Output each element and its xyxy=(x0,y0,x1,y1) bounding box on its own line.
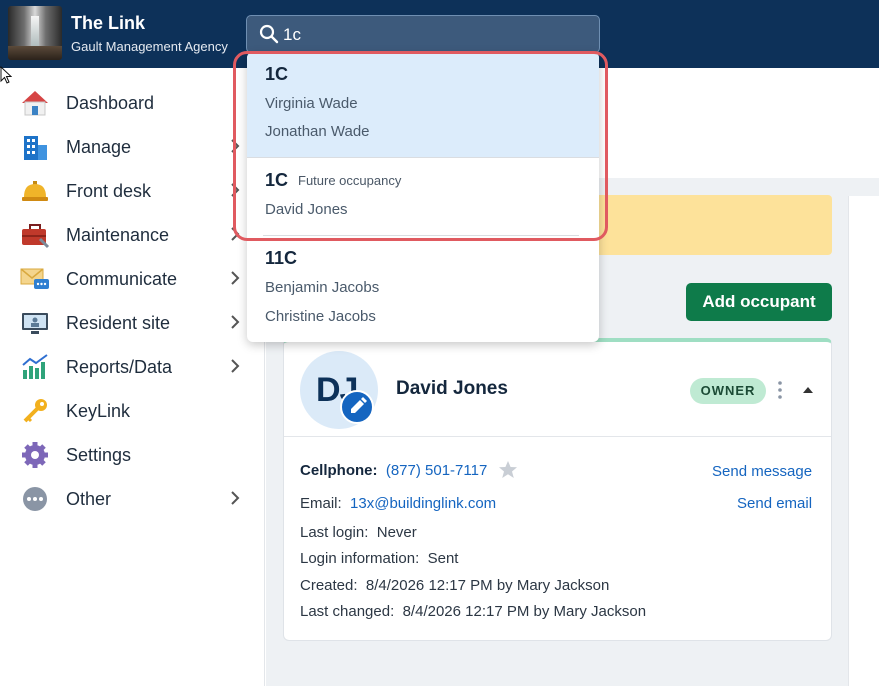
cellphone-label: Cellphone: xyxy=(300,462,378,479)
sidebar-item-communicate[interactable]: Communicate xyxy=(0,257,265,301)
sidebar-item-label: Manage xyxy=(66,137,132,157)
pencil-icon xyxy=(351,397,367,413)
sidebar-item-keylink[interactable]: KeyLink xyxy=(0,389,265,433)
card-divider xyxy=(284,436,831,437)
login-info-row: Login information: Sent xyxy=(300,550,459,567)
app-subtitle: Gault Management Agency xyxy=(71,39,228,54)
occupant-name: David Jones xyxy=(396,378,508,399)
sidebar-item-label: Other xyxy=(66,489,112,509)
search-box[interactable] xyxy=(246,15,600,53)
result-person[interactable]: Benjamin Jacobs xyxy=(265,279,379,296)
highlight-annotation xyxy=(233,51,608,241)
more-vertical-icon[interactable] xyxy=(776,380,784,400)
sidebar-item-label: Communicate xyxy=(66,269,178,289)
sidebar-item-dashboard[interactable]: Dashboard xyxy=(0,81,265,125)
last-login-row: Last login: Never xyxy=(300,524,417,541)
search-icon xyxy=(259,24,279,44)
sidebar-item-label: KeyLink xyxy=(66,401,131,421)
collapse-caret-icon[interactable] xyxy=(802,386,814,394)
sidebar-item-other[interactable]: Other xyxy=(0,477,265,521)
send-message-link[interactable]: Send message xyxy=(712,463,812,480)
email-row: Email: 13x@buildinglink.com xyxy=(300,495,496,512)
monitor-icon xyxy=(22,313,48,334)
right-panel-edge xyxy=(848,196,879,686)
more-dots-icon xyxy=(23,487,47,511)
gear-icon xyxy=(22,442,48,468)
edit-avatar-button[interactable] xyxy=(340,390,374,424)
email-label: Email: xyxy=(300,495,342,512)
sidebar-item-reports-data[interactable]: Reports/Data xyxy=(0,345,265,389)
result-unit[interactable]: 11C xyxy=(265,248,297,269)
occupant-card: DJ David Jones OWNER Cellphone: (877) 50… xyxy=(283,338,832,641)
email-link[interactable]: 13x@buildinglink.com xyxy=(350,495,496,512)
result-person[interactable]: Christine Jacobs xyxy=(265,308,376,325)
sidebar-item-maintenance[interactable]: Maintenance xyxy=(0,213,265,257)
service-bell-icon xyxy=(22,181,48,201)
add-occupant-button[interactable]: Add occupant xyxy=(686,283,832,321)
mouse-cursor-icon xyxy=(0,66,12,84)
created-row: Created: 8/4/2026 12:17 PM by Mary Jacks… xyxy=(300,577,610,594)
sidebar-item-label: Dashboard xyxy=(66,93,155,113)
cellphone-link[interactable]: (877) 501-7117 xyxy=(386,462,487,479)
sidebar: Dashboard Manage Front desk Maintenance xyxy=(0,68,265,686)
app-title: The Link xyxy=(71,13,146,33)
chevron-right-icon xyxy=(231,315,240,329)
app-logo[interactable] xyxy=(8,6,62,60)
house-icon xyxy=(22,91,48,116)
star-icon[interactable] xyxy=(498,460,518,480)
sidebar-item-label: Front desk xyxy=(66,181,152,201)
sidebar-item-label: Maintenance xyxy=(66,225,170,245)
sidebar-item-settings[interactable]: Settings xyxy=(0,433,265,477)
cellphone-row: Cellphone: (877) 501-7117 xyxy=(300,462,487,479)
envelope-chat-icon xyxy=(20,268,49,289)
search-input[interactable] xyxy=(283,22,583,48)
bar-chart-icon xyxy=(22,354,48,379)
sidebar-item-label: Settings xyxy=(66,445,132,465)
last-changed-row: Last changed: 8/4/2026 12:17 PM by Mary … xyxy=(300,603,647,620)
role-badge: OWNER xyxy=(690,378,766,404)
avatar: DJ xyxy=(300,351,378,429)
toolbox-icon xyxy=(22,224,50,249)
sidebar-item-label: Reports/Data xyxy=(66,357,173,377)
chevron-right-icon xyxy=(231,491,240,505)
key-icon xyxy=(23,399,47,423)
sidebar-item-manage[interactable]: Manage xyxy=(0,125,265,169)
send-email-link[interactable]: Send email xyxy=(737,495,812,512)
chevron-right-icon xyxy=(231,359,240,373)
sidebar-item-resident-site[interactable]: Resident site xyxy=(0,301,265,345)
chevron-right-icon xyxy=(231,271,240,285)
building-icon xyxy=(24,136,47,160)
sidebar-item-label: Resident site xyxy=(66,313,171,333)
sidebar-item-front-desk[interactable]: Front desk xyxy=(0,169,265,213)
